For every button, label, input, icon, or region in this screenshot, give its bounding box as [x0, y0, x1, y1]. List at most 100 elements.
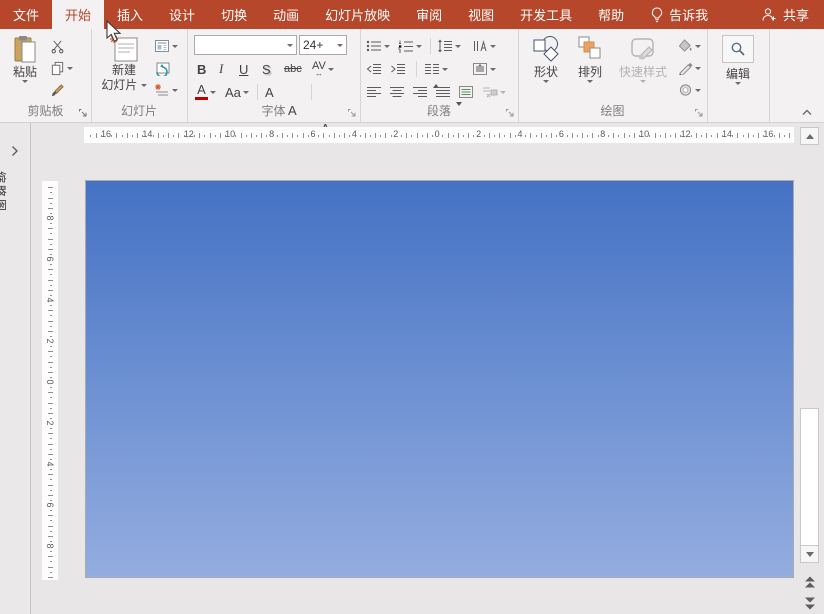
scrollbar-thumb[interactable]: [800, 408, 819, 553]
italic-button[interactable]: I: [219, 60, 223, 78]
arrange-button[interactable]: 排列: [570, 34, 610, 83]
align-center-button[interactable]: [389, 83, 405, 101]
tab-slideshow[interactable]: 幻灯片放映: [312, 0, 403, 29]
underline-button[interactable]: U: [239, 60, 248, 78]
quick-styles-icon: [626, 34, 660, 64]
decrease-indent-icon: [366, 62, 382, 76]
shape-fill-button[interactable]: [678, 37, 701, 55]
tab-developer[interactable]: 开发工具: [507, 0, 585, 29]
align-text-button[interactable]: [472, 60, 496, 78]
layout-button[interactable]: [154, 37, 178, 55]
font-color-icon: A: [195, 84, 208, 100]
slide-canvas[interactable]: [86, 181, 793, 577]
shape-effects-caret: [695, 89, 701, 92]
cut-button[interactable]: [50, 37, 65, 55]
section-button[interactable]: [154, 81, 178, 99]
paste-button[interactable]: 粘贴: [7, 34, 43, 83]
decrease-indent-button[interactable]: [366, 60, 382, 78]
new-slide-label-line1: 新建: [112, 63, 136, 77]
horizontal-ruler[interactable]: 1614121086420246810121416: [84, 127, 794, 143]
thumbnails-pane[interactable]: 缩略图: [0, 123, 31, 614]
ruler-number: 8: [600, 129, 605, 139]
character-spacing-caret: [328, 68, 334, 71]
drawing-dialog-launcher-icon[interactable]: [694, 108, 704, 118]
bold-button[interactable]: B: [197, 60, 206, 78]
copy-icon: [50, 61, 65, 76]
clipboard-dialog-launcher-icon[interactable]: [78, 108, 88, 118]
next-slide-button[interactable]: [802, 595, 818, 611]
shape-fill-icon: [678, 39, 693, 53]
layout-dropdown-caret: [172, 45, 178, 48]
bullets-caret: [384, 45, 390, 48]
align-left-button[interactable]: [366, 83, 382, 101]
tab-file[interactable]: 文件: [0, 0, 52, 29]
autofit-text-button[interactable]: [458, 83, 474, 101]
shape-outline-button[interactable]: [678, 59, 701, 77]
tab-design[interactable]: 设计: [156, 0, 208, 29]
previous-slide-button[interactable]: [802, 574, 818, 590]
change-case-button[interactable]: Aa: [225, 83, 249, 101]
format-painter-icon: [50, 83, 65, 98]
format-painter-button[interactable]: [50, 81, 65, 99]
smartart-icon: [482, 85, 498, 99]
text-direction-button[interactable]: [472, 37, 496, 55]
strikethrough-button[interactable]: abc: [284, 60, 302, 78]
align-right-button[interactable]: [412, 83, 428, 101]
copy-button[interactable]: [50, 59, 73, 77]
bullets-button[interactable]: [366, 37, 390, 55]
tab-label: 视图: [468, 5, 494, 24]
share-button[interactable]: 共享: [746, 0, 824, 29]
new-slide-button[interactable]: 新建 幻灯片: [97, 34, 151, 92]
copy-dropdown-caret: [67, 67, 73, 70]
group-drawing: 形状 排列: [518, 29, 708, 122]
paragraph-dialog-launcher-icon[interactable]: [505, 108, 515, 118]
tab-label: 告诉我: [669, 5, 708, 24]
text-direction-icon: [472, 39, 488, 53]
font-name-input[interactable]: [195, 38, 287, 52]
ruler-number: 6: [559, 129, 564, 139]
editing-button[interactable]: 编辑: [721, 35, 755, 85]
ruler-number: 2: [476, 129, 481, 139]
scroll-down-button[interactable]: [800, 545, 819, 563]
scroll-up-icon: [806, 134, 814, 139]
reset-slide-button[interactable]: [154, 59, 170, 77]
thumbnails-pane-label: 缩略图: [0, 171, 9, 213]
shapes-button[interactable]: 形状: [526, 34, 566, 83]
tab-insert[interactable]: 插入: [104, 0, 156, 29]
convert-to-smartart-button[interactable]: [482, 83, 506, 101]
line-spacing-button[interactable]: [437, 37, 461, 55]
arrange-icon: [576, 34, 604, 64]
section-dropdown-caret: [172, 89, 178, 92]
paste-dropdown-caret: [22, 80, 28, 83]
tab-help[interactable]: 帮助: [585, 0, 637, 29]
tab-animations[interactable]: 动画: [260, 0, 312, 29]
quick-styles-button[interactable]: 快速样式: [614, 34, 672, 83]
vertical-ruler[interactable]: 864202468: [42, 181, 58, 580]
scroll-up-button[interactable]: [800, 127, 819, 145]
change-case-caret: [243, 91, 249, 94]
font-size-input[interactable]: [300, 38, 337, 52]
text-direction-caret: [490, 45, 496, 48]
shape-effects-button[interactable]: [678, 81, 701, 99]
columns-button[interactable]: [424, 60, 448, 78]
tab-transitions[interactable]: 切换: [208, 0, 260, 29]
group-paragraph: 段落: [360, 29, 519, 122]
character-spacing-button[interactable]: AV ↔: [312, 60, 334, 78]
font-size-combo[interactable]: [299, 35, 347, 55]
collapse-ribbon-button[interactable]: [801, 108, 815, 118]
tab-review[interactable]: 审阅: [403, 0, 455, 29]
text-shadow-button[interactable]: S: [262, 60, 271, 78]
font-name-combo[interactable]: [194, 35, 297, 55]
numbering-button[interactable]: [398, 37, 422, 55]
tab-home[interactable]: 开始: [52, 0, 104, 29]
increase-indent-button[interactable]: [390, 60, 406, 78]
tab-tellme[interactable]: 告诉我: [637, 0, 721, 29]
align-center-icon: [389, 85, 405, 99]
justify-button[interactable]: [435, 83, 451, 101]
shape-effects-icon: [678, 83, 693, 97]
powerpoint-window: 文件开始插入设计切换动画幻灯片放映审阅视图开发工具帮助 告诉我 共享 粘贴: [0, 0, 824, 614]
expand-pane-chevron-icon[interactable]: [11, 145, 19, 157]
font-color-button[interactable]: A: [195, 83, 216, 101]
tab-view[interactable]: 视图: [455, 0, 507, 29]
font-dialog-launcher-icon[interactable]: [347, 108, 357, 118]
